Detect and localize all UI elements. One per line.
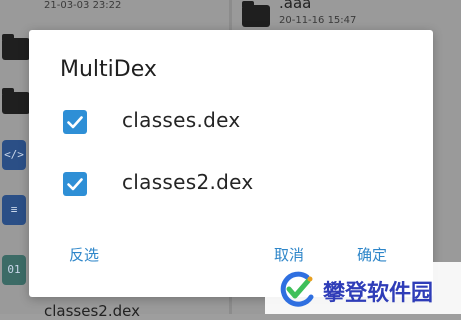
folder-timestamp: 20-11-16 15:47 — [279, 15, 357, 26]
watermark-text: 攀登软件园 — [323, 281, 434, 306]
multidex-dialog: MultiDex classes.dex classes2.dex 反选 取消 … — [29, 30, 433, 297]
code-file-icon: </> — [2, 140, 26, 170]
option-label: classes2.dex — [122, 170, 254, 194]
option-label: classes.dex — [122, 108, 241, 132]
file-name-classes2: classes2.dex — [44, 302, 140, 320]
folder-icon — [2, 34, 30, 60]
folder-name-aaa: .aaa — [279, 0, 312, 12]
invert-selection-button[interactable]: 反选 — [69, 244, 99, 265]
document-file-icon: ≡ — [2, 195, 26, 225]
dex-file-icon: 01 — [2, 255, 26, 285]
checkbox-checked-icon[interactable] — [63, 172, 87, 196]
site-watermark: 攀登软件园 — [265, 262, 461, 314]
folder-icon — [242, 1, 270, 27]
watermark-logo-icon — [280, 271, 314, 307]
dialog-title: MultiDex — [60, 57, 157, 82]
folder-icon — [2, 88, 30, 114]
checkbox-checked-icon[interactable] — [63, 110, 87, 134]
top-file-timestamp: 21-03-03 23:22 — [44, 0, 122, 11]
